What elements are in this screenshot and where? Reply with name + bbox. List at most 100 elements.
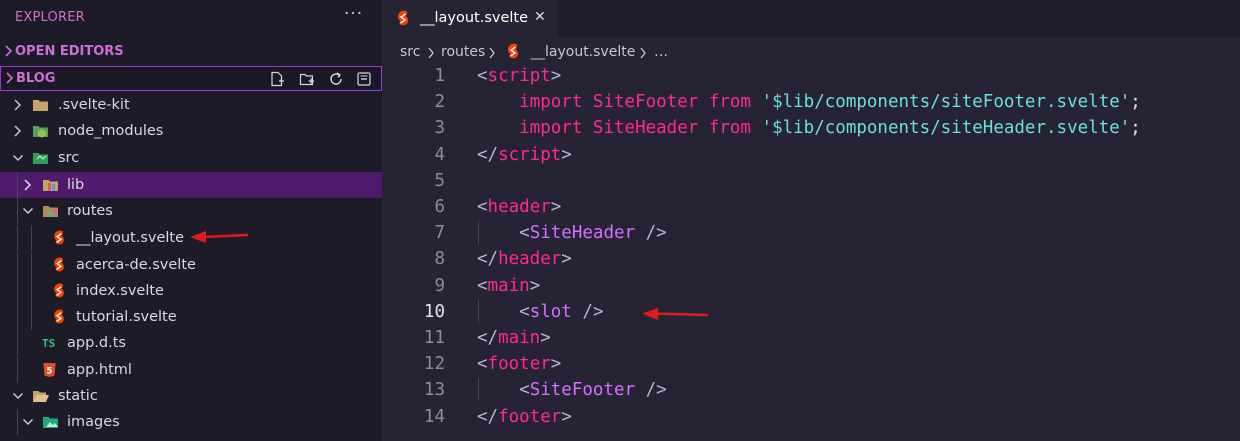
line-number: 6 <box>434 197 445 217</box>
code-token: slot <box>529 301 572 322</box>
code-line[interactable]: </header> <box>477 249 572 269</box>
tree-item-acerca-de-svelte[interactable]: acerca-de.svelte <box>0 252 382 278</box>
tree-item-label: app.html <box>67 362 132 378</box>
chevron-right-icon <box>6 72 14 84</box>
open-editors-label: OPEN EDITORS <box>15 44 124 59</box>
tab-layout-svelte[interactable]: __layout.svelte ✕ <box>382 0 557 37</box>
folder-open-icon <box>33 391 49 402</box>
refresh-icon[interactable] <box>328 71 344 87</box>
tree-item-label: .svelte-kit <box>58 97 130 113</box>
code-line[interactable]: <SiteHeader /> <box>477 223 667 243</box>
code-line[interactable]: <main> <box>477 276 540 296</box>
code-token: SiteFooter <box>529 380 636 401</box>
code-token: main <box>487 275 530 296</box>
tree-item-images[interactable]: images <box>0 409 382 435</box>
svelte-icon <box>54 230 64 245</box>
explorer-title: EXPLORER <box>15 10 85 25</box>
new-file-icon[interactable] <box>269 71 285 87</box>
line-number: 7 <box>434 223 445 244</box>
chevron-right-icon <box>5 45 13 57</box>
code-line[interactable]: <script> <box>477 66 561 86</box>
tree-item-node-modules[interactable]: node_modules <box>0 118 382 144</box>
code-token: ; <box>1130 118 1141 139</box>
tree-item-lib[interactable]: lib <box>0 172 382 198</box>
tree-item-tutorial-svelte[interactable]: tutorial.svelte <box>0 304 382 330</box>
tree-item-label: static <box>58 388 98 404</box>
blog-section[interactable]: BLOG <box>0 66 382 91</box>
code-line[interactable]: <header> <box>477 197 561 217</box>
indent-guide <box>31 225 32 251</box>
code-token: > <box>561 144 572 165</box>
tree-item-index-svelte[interactable]: index.svelte <box>0 278 382 304</box>
breadcrumb-item-file[interactable]: __layout.svelte <box>531 44 635 60</box>
code-line[interactable]: </main> <box>477 328 551 348</box>
breadcrumb-item-routes[interactable]: routes <box>441 44 485 60</box>
line-number: 5 <box>434 170 445 191</box>
lib-folder-icon <box>43 180 58 191</box>
open-editors-section[interactable]: OPEN EDITORS <box>0 40 382 64</box>
code-token: script <box>498 144 562 165</box>
line-number: 1 <box>434 66 445 86</box>
indent-guide <box>478 378 479 401</box>
tree-item-app-d-ts[interactable]: TS app.d.ts <box>0 330 382 356</box>
line-number: 14 <box>423 406 445 427</box>
tree-item-src[interactable]: src <box>0 145 382 171</box>
html5-icon: 5 <box>43 362 56 378</box>
tree-item-label: images <box>67 414 120 430</box>
annotation-arrow <box>642 308 709 320</box>
breadcrumb-item-more[interactable]: … <box>654 44 668 60</box>
indent-guide <box>17 225 18 251</box>
annotation-arrow <box>190 231 249 243</box>
code-line[interactable]: <footer> <box>477 354 561 374</box>
chevron-down-icon <box>22 418 34 426</box>
close-tab-button[interactable]: ✕ <box>534 9 546 25</box>
code-token: </ <box>477 249 499 270</box>
routes-folder-icon <box>43 206 58 218</box>
code-line[interactable]: import SiteFooter from '$lib/components/… <box>477 92 1141 112</box>
code-token: < <box>477 66 488 86</box>
indent-guide <box>31 278 32 304</box>
editor-tab-bar: __layout.svelte ✕ <box>382 0 1240 37</box>
new-folder-icon[interactable] <box>299 71 315 87</box>
code-token: main <box>498 328 541 348</box>
folder-icon <box>33 100 48 111</box>
collapse-all-icon[interactable] <box>356 71 372 87</box>
images-folder-icon <box>43 417 58 428</box>
tree-item-label: index.svelte <box>76 283 164 299</box>
code-token: < <box>477 354 488 375</box>
indent-guide <box>478 221 479 244</box>
code-token: </ <box>477 406 499 427</box>
svg-text:5: 5 <box>47 365 53 375</box>
more-actions-button[interactable]: ··· <box>344 4 363 24</box>
code-token: from <box>708 118 751 139</box>
tree-item-svelte-kit[interactable]: .svelte-kit <box>0 92 382 118</box>
chevron-right-icon <box>489 47 495 59</box>
src-folder-icon <box>33 153 48 164</box>
chevron-down-icon <box>12 392 24 400</box>
tree-item-label: tutorial.svelte <box>76 309 177 325</box>
code-line[interactable]: import SiteHeader from '$lib/components/… <box>477 118 1141 138</box>
line-number: 8 <box>434 249 445 270</box>
line-number: 12 <box>423 354 445 375</box>
code-token: < <box>519 223 530 244</box>
code-token: </ <box>477 144 499 165</box>
code-line[interactable]: <SiteFooter /> <box>477 380 667 400</box>
breadcrumb-item-src[interactable]: src <box>400 44 420 60</box>
line-number: 9 <box>434 275 445 296</box>
code-line[interactable]: <slot /> <box>477 302 603 322</box>
code-editor[interactable]: 1 <script> 2 import SiteFooter from '$lib/… <box>382 64 1240 441</box>
code-line[interactable]: </script> <box>477 145 572 165</box>
code-line[interactable]: </footer> <box>477 407 572 427</box>
tree-item-static[interactable]: static <box>0 383 382 409</box>
code-token: > <box>540 328 551 348</box>
tree-item-label: routes <box>67 203 113 219</box>
tree-item-routes[interactable]: routes <box>0 198 382 224</box>
code-token: /> <box>645 380 667 401</box>
indent-guide <box>17 252 18 278</box>
tree-item-app-html[interactable]: 5 app.html <box>0 357 382 383</box>
